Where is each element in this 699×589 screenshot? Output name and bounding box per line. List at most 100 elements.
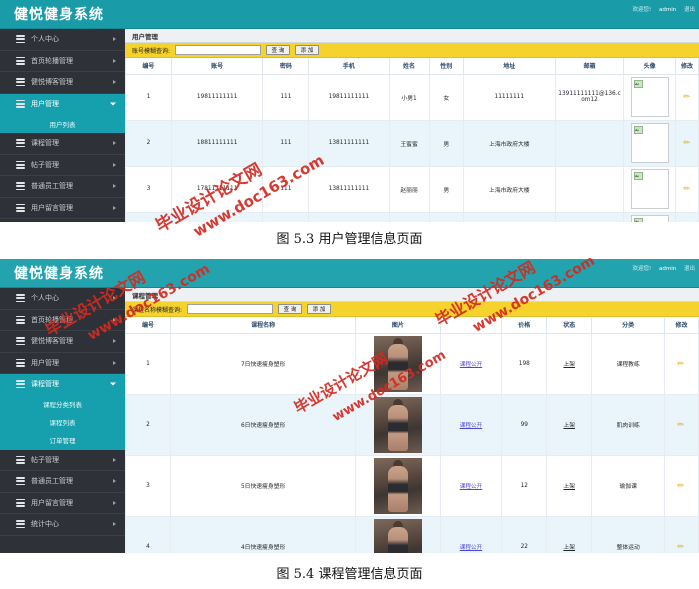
stack-icon — [16, 455, 25, 464]
chevron-right-icon — [113, 58, 116, 63]
sidebar-item-label: 课程管理 — [31, 139, 59, 148]
add-button[interactable]: 添 加 — [295, 45, 320, 55]
cell-avatar — [623, 165, 676, 213]
sidebar-subitem-order-management[interactable]: 订单管理 — [0, 431, 125, 450]
col-link — [439, 317, 503, 334]
sidebar-subitem-course-category-list[interactable]: 课程分类列表 — [0, 395, 125, 414]
sidebar-item-banner-management[interactable]: 首页轮播管理 — [0, 310, 125, 331]
sidebar-item-statistics-center[interactable]: 统计中心 — [0, 514, 125, 536]
cell-edit[interactable]: ✎ — [664, 332, 699, 395]
cell-category: 肌肉训练 — [591, 393, 666, 456]
chevron-down-icon — [110, 382, 116, 386]
main-content: 用户管理 账号模糊查询: 查 询 添 加 编号 账号 密码 手机 姓名 性别 地… — [125, 29, 699, 222]
sidebar-item-personal-center[interactable]: 个人中心 — [0, 288, 125, 310]
sidebar-item-post-management[interactable]: 帖子管理 — [0, 450, 125, 471]
cell-phone: 13811111111 — [308, 119, 390, 167]
pencil-icon[interactable]: ✎ — [676, 480, 687, 491]
pencil-icon[interactable]: ✎ — [676, 419, 687, 430]
sidebar-item-label: 普通员工管理 — [31, 477, 73, 486]
search-input[interactable] — [187, 304, 274, 314]
sidebar-item-personal-center[interactable]: 个人中心 — [0, 29, 125, 51]
pencil-icon[interactable]: ✎ — [681, 137, 692, 148]
table-row: 2 18811111111 111 13811111111 王蜜蜜 男 上海市政… — [125, 119, 699, 167]
sidebar-item-course-management[interactable]: 课程管理 — [0, 374, 125, 396]
stack-icon — [16, 160, 25, 169]
col-category: 分类 — [591, 317, 666, 334]
sidebar-item-user-management[interactable]: 用户管理 — [0, 353, 125, 374]
query-button[interactable]: 查 询 — [266, 45, 291, 55]
app-header: 健悦健身系统 欢迎您! admin 退出 — [0, 259, 699, 288]
app-header: 健悦健身系统 欢迎您! admin 退出 — [0, 0, 699, 29]
cell-image — [355, 454, 441, 517]
sidebar-item-staff-management[interactable]: 普通员工管理 — [0, 176, 125, 198]
stack-icon — [16, 315, 25, 324]
course-detail-link[interactable]: 课程公开 — [460, 362, 482, 368]
sidebar-item-post-management[interactable]: 帖子管理 — [0, 155, 125, 176]
cell-avatar — [623, 119, 676, 167]
search-label: 课程名称模糊查询: — [132, 306, 183, 314]
cell-link[interactable]: 课程公开 — [439, 454, 503, 517]
cell-link[interactable]: 课程公开 — [439, 515, 503, 553]
stack-icon — [16, 294, 25, 303]
chevron-right-icon — [113, 141, 116, 146]
cell-gender: 女 — [428, 73, 464, 121]
chevron-right-icon — [113, 37, 116, 42]
logout-link[interactable]: 退出 — [684, 266, 695, 272]
stack-icon — [16, 78, 25, 87]
stack-icon — [16, 56, 25, 65]
stack-icon — [16, 139, 25, 148]
sidebar-item-blog-management[interactable]: 健悦博客管理 — [0, 331, 125, 353]
figure-caption-1: 图 5.3 用户管理信息页面 — [276, 232, 423, 247]
course-detail-link[interactable]: 课程公开 — [460, 423, 482, 429]
chevron-right-icon — [113, 162, 116, 167]
page-title: 课程管理 — [125, 288, 699, 302]
cell-address: 11111111 — [462, 73, 556, 121]
sidebar-subitem-course-list[interactable]: 课程列表 — [0, 413, 125, 432]
sidebar-subitem-label: 课程列表 — [49, 419, 76, 427]
cell-edit[interactable]: ✎ — [674, 73, 699, 121]
add-button[interactable]: 添 加 — [307, 304, 332, 314]
sidebar-item-label: 首页轮播管理 — [31, 56, 73, 65]
logout-link[interactable]: 退出 — [684, 7, 695, 13]
cell-edit[interactable]: ✎ — [674, 119, 699, 167]
search-label: 账号模糊查询: — [132, 47, 171, 55]
cell-course-name: 7日快速瘦身塑形 — [169, 332, 357, 395]
cell-edit[interactable]: ✎ — [664, 454, 699, 517]
cell-link[interactable]: 课程公开 — [439, 332, 503, 395]
sidebar-subitem-user-list[interactable]: 用户列表 — [0, 115, 125, 133]
search-input[interactable] — [175, 45, 262, 55]
cell-link[interactable]: 课程公开 — [439, 393, 503, 456]
chevron-right-icon — [113, 479, 116, 484]
stack-icon — [16, 337, 25, 346]
pencil-icon[interactable]: ✎ — [681, 183, 692, 194]
pencil-icon[interactable]: ✎ — [676, 358, 687, 369]
broken-image-icon — [630, 123, 669, 163]
sidebar-item-staff-management[interactable]: 普通员工管理 — [0, 471, 125, 493]
cell-edit[interactable]: ✎ — [674, 165, 699, 213]
pencil-icon[interactable]: ✎ — [676, 541, 687, 552]
cell-edit[interactable]: ✎ — [664, 393, 699, 456]
stack-icon — [16, 99, 25, 108]
cell-category: 整体运动 — [591, 515, 666, 553]
sidebar-item-message-management[interactable]: 用户留言管理 — [0, 198, 125, 219]
pencil-icon[interactable]: ✎ — [681, 91, 692, 102]
course-detail-link[interactable]: 课程公开 — [460, 484, 482, 490]
broken-image-icon — [630, 169, 669, 209]
sidebar-item-banner-management[interactable]: 首页轮播管理 — [0, 51, 125, 72]
cell-name: 赵丽丽 — [388, 165, 430, 213]
search-toolbar: 账号模糊查询: 查 询 添 加 — [125, 43, 699, 58]
sidebar-item-message-management[interactable]: 用户留言管理 — [0, 493, 125, 514]
course-detail-link[interactable]: 课程公开 — [460, 545, 482, 551]
stack-icon — [16, 35, 25, 44]
header-user-area: 欢迎您! admin 退出 — [627, 5, 695, 13]
table-row: 3 5日快速瘦身塑形 课程公开 12 上架 瑜伽课 ✎ — [125, 454, 699, 517]
chevron-right-icon — [113, 522, 116, 527]
cell-id: 3 — [125, 165, 172, 213]
query-button[interactable]: 查 询 — [278, 304, 303, 314]
sidebar-item-user-management[interactable]: 用户管理 — [0, 93, 125, 115]
sidebar-item-blog-management[interactable]: 健悦博客管理 — [0, 72, 125, 94]
cell-edit[interactable]: ✎ — [664, 515, 699, 553]
sidebar-item-course-management[interactable]: 课程管理 — [0, 133, 125, 155]
chevron-right-icon — [113, 317, 116, 322]
sidebar-item-label: 健悦博客管理 — [31, 337, 73, 346]
